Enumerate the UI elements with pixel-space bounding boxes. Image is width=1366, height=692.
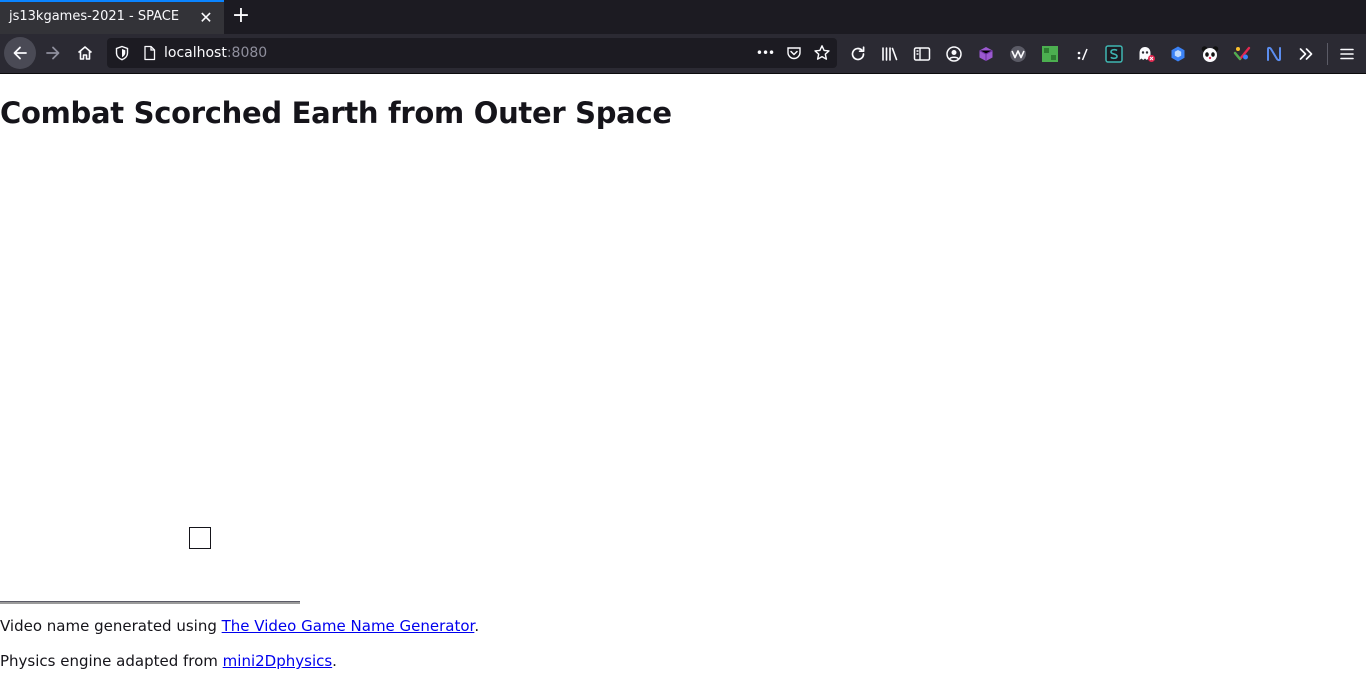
extension-n-icon[interactable]	[1263, 43, 1285, 65]
pocket-icon[interactable]	[784, 43, 804, 63]
navigation-toolbar: localhost:8080 •••	[0, 34, 1366, 74]
extension-cube-icon[interactable]	[975, 43, 997, 65]
credit2-suffix: .	[332, 652, 337, 670]
extension-slash-icon[interactable]	[1071, 43, 1093, 65]
extension-ghostery-icon[interactable]	[1135, 43, 1157, 65]
tab-title: js13kgames-2021 - SPACE	[9, 9, 180, 24]
extension-panda-icon[interactable]	[1199, 43, 1221, 65]
back-button[interactable]	[4, 37, 36, 69]
url-text[interactable]: localhost:8080	[164, 45, 267, 61]
extension-color-icon[interactable]	[1231, 43, 1253, 65]
tracking-shield-icon[interactable]	[112, 43, 132, 63]
url-bar[interactable]: localhost:8080 •••	[107, 38, 837, 68]
home-button[interactable]	[70, 38, 100, 68]
divider	[0, 601, 300, 604]
credit1-prefix: Video name generated using	[0, 617, 222, 635]
page-actions-more-icon[interactable]: •••	[755, 43, 775, 63]
forward-arrow-icon	[46, 46, 60, 60]
extension-hex-icon[interactable]	[1167, 43, 1189, 65]
sidebar-icon[interactable]	[911, 43, 933, 65]
library-icon[interactable]	[879, 43, 901, 65]
close-tab-icon[interactable]: ✕	[196, 8, 216, 28]
home-icon	[77, 46, 93, 60]
menu-icon[interactable]	[1336, 43, 1358, 65]
forward-button[interactable]	[38, 38, 68, 68]
account-icon[interactable]	[943, 43, 965, 65]
mini2dphysics-link[interactable]: mini2Dphysics	[223, 652, 333, 670]
reload-icon[interactable]	[847, 43, 869, 65]
toolbar-separator	[1327, 43, 1328, 65]
credit2-prefix: Physics engine adapted from	[0, 652, 223, 670]
name-generator-credit: Video name generated using The Video Gam…	[0, 617, 479, 635]
overflow-chevron-icon[interactable]	[1295, 43, 1317, 65]
bookmark-star-icon[interactable]	[812, 43, 832, 63]
video-game-name-generator-link[interactable]: The Video Game Name Generator	[222, 617, 475, 635]
game-player-box	[189, 527, 211, 549]
page-info-icon[interactable]	[139, 43, 159, 63]
game-canvas[interactable]	[0, 150, 800, 600]
page-content: Combat Scorched Earth from Outer Space V…	[0, 74, 1366, 692]
tab-strip: js13kgames-2021 - SPACE ✕ +	[0, 0, 1366, 34]
extension-green-icon[interactable]	[1039, 43, 1061, 65]
url-host: localhost	[164, 45, 227, 61]
active-tab[interactable]: js13kgames-2021 - SPACE ✕	[0, 0, 224, 34]
new-tab-button[interactable]: +	[229, 4, 253, 28]
back-arrow-icon	[13, 46, 27, 60]
page-title: Combat Scorched Earth from Outer Space	[0, 96, 672, 130]
url-port: :8080	[226, 45, 268, 61]
credit1-suffix: .	[474, 617, 480, 635]
extension-wave-icon[interactable]	[1007, 43, 1029, 65]
extension-s-icon[interactable]	[1103, 43, 1125, 65]
physics-engine-credit: Physics engine adapted from mini2Dphysic…	[0, 652, 337, 670]
